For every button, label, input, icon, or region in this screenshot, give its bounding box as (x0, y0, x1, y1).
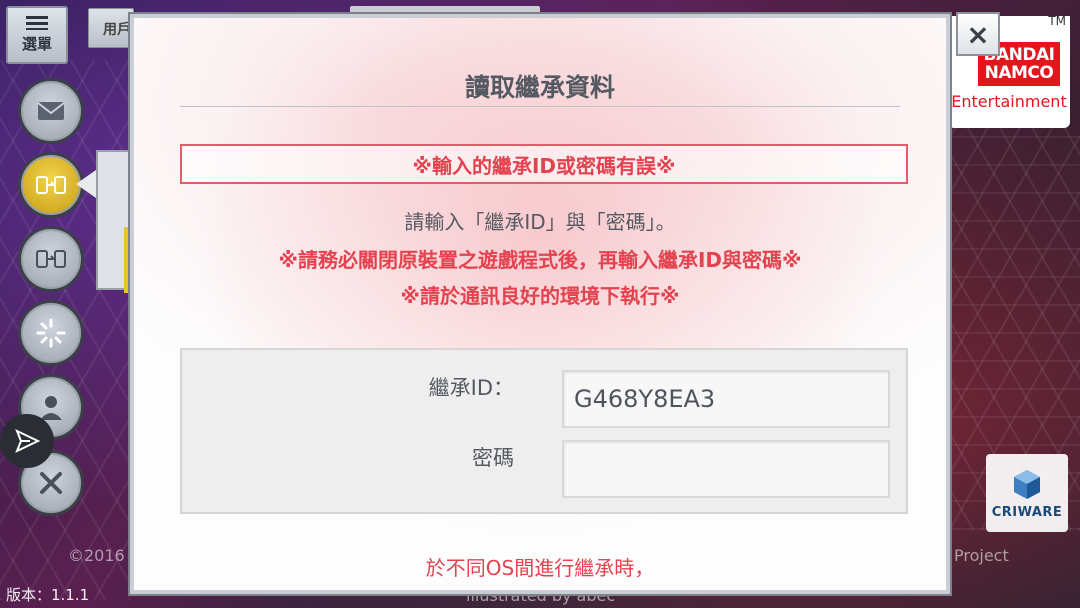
criware-logo: CRIWARE (986, 454, 1068, 532)
user-tab-label: 用戶 (103, 22, 131, 38)
error-message: ※輸入的繼承ID或密碼有誤※ (180, 144, 908, 184)
criware-wordmark: CRIWARE (991, 504, 1063, 520)
trademark-mark: TM (1048, 14, 1066, 28)
inherit-id-input[interactable] (562, 370, 890, 428)
menu-button[interactable]: 選單 (6, 6, 68, 64)
inherit-id-label: 繼承ID： (428, 376, 514, 400)
project-credit: Project (954, 546, 1009, 565)
menu-label: 選單 (21, 35, 52, 53)
sidebar-item-transfer[interactable] (18, 226, 84, 292)
loading-spinner-icon (36, 318, 66, 348)
version-text: 版本：1.1.1 (6, 586, 90, 604)
cross-os-note: 於不同OS間進行繼承時， (425, 556, 655, 580)
cube-icon (1014, 469, 1040, 499)
hamburger-icon (26, 16, 48, 30)
device-transfer-icon (36, 250, 66, 268)
password-input[interactable] (562, 440, 890, 498)
share-button[interactable] (0, 414, 54, 468)
copyright-text: ©2016 (68, 546, 125, 565)
warning-close-app: ※請務必關閉原裝置之遊戲程式後，再輸入繼承ID與密碼※ (278, 248, 802, 272)
close-button[interactable]: × (956, 12, 1000, 56)
share-icon (15, 428, 41, 454)
sidebar-item-mail[interactable] (18, 78, 84, 144)
credentials-form: 繼承ID： 密碼 (180, 348, 908, 514)
tools-icon (40, 472, 62, 494)
password-label: 密碼 (472, 446, 514, 470)
device-transfer-icon (36, 176, 66, 194)
inherit-data-dialog: 讀取繼承資料 ※輸入的繼承ID或密碼有誤※ 請輸入「繼承ID」與「密碼」。 ※請… (130, 14, 950, 594)
close-icon: × (966, 17, 990, 51)
user-tab[interactable]: 用戶 (88, 8, 134, 48)
mail-icon (37, 102, 65, 120)
instruction-text: 請輸入「繼承ID」與「密碼」。 (404, 210, 676, 234)
dialog-title: 讀取繼承資料 (464, 73, 615, 102)
entertainment-wordmark: Entertainment (951, 92, 1067, 111)
sidebar-item-loading[interactable] (18, 300, 84, 366)
active-pointer (76, 170, 96, 198)
sidebar-item-transfer-active[interactable] (18, 152, 84, 218)
warning-network: ※請於通訊良好的環境下執行※ (400, 284, 680, 308)
title-divider (180, 106, 900, 107)
